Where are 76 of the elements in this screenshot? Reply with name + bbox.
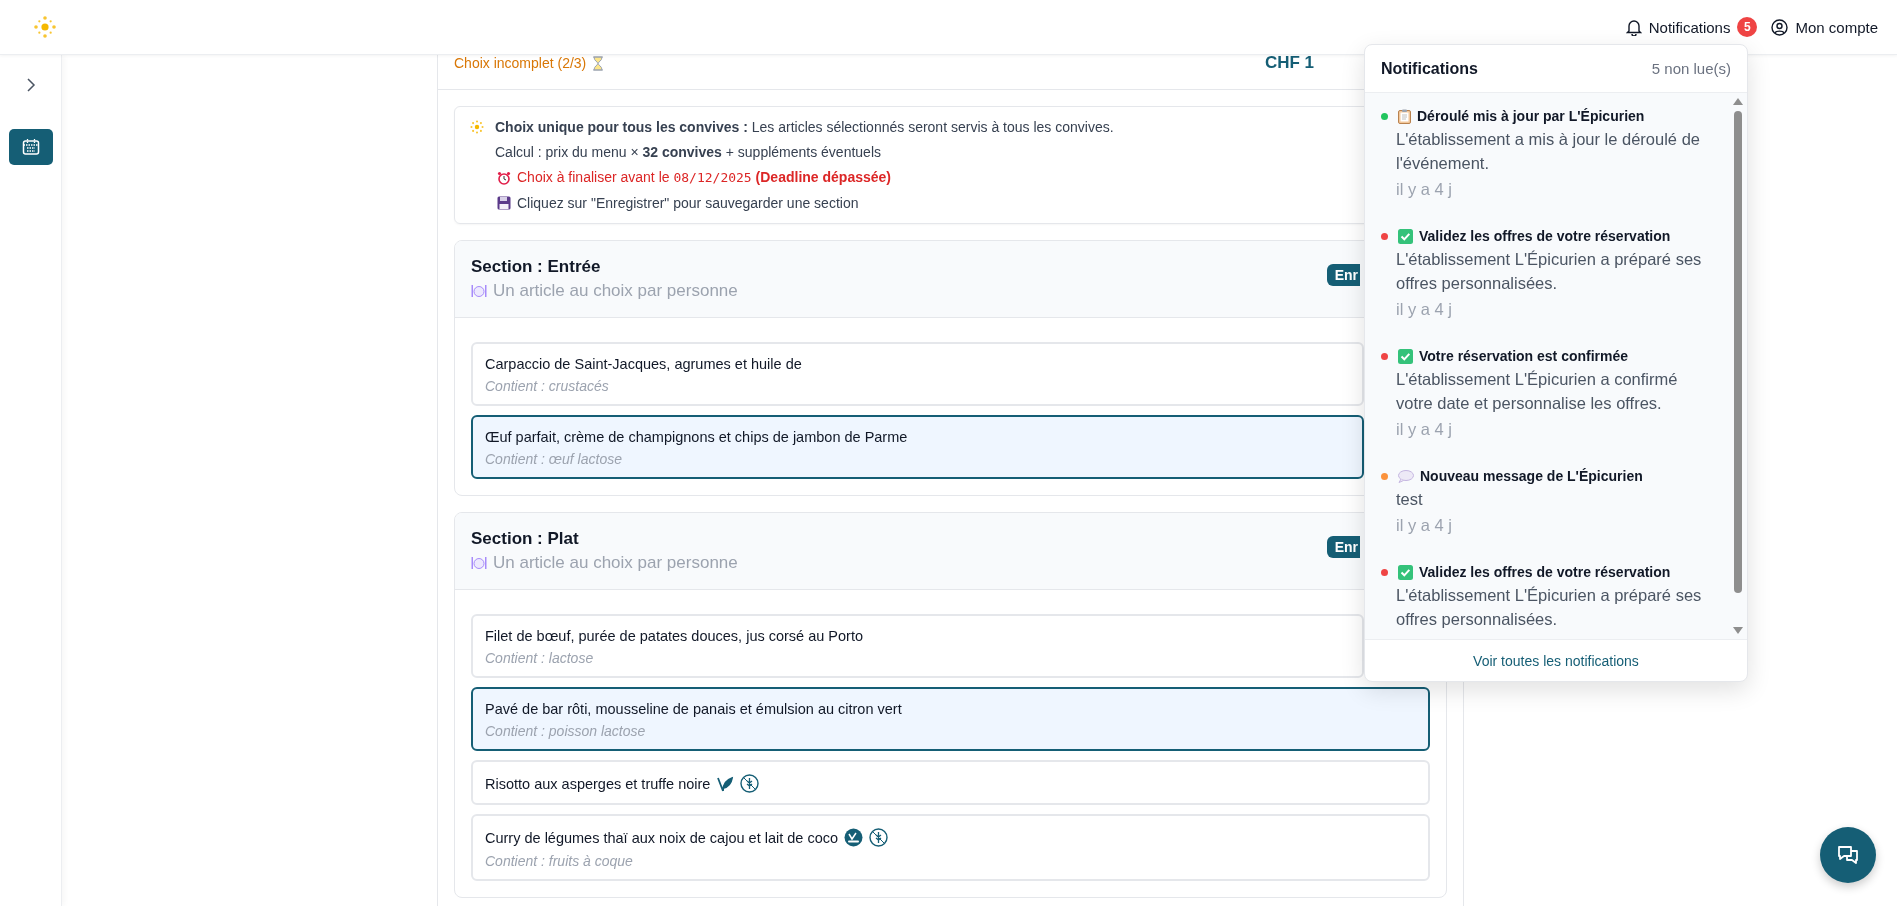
info-text: Calcul : prix du menu × 32 convives + suppléments éventuels <box>495 143 881 162</box>
notification-body: test <box>1396 489 1424 510</box>
check-box-icon <box>1398 228 1413 244</box>
user-circle-icon <box>1771 18 1789 36</box>
dish-option[interactable]: Risotto aux asperges et truffe noire <box>471 760 1430 805</box>
section-subtitle: Un article au choix par personne <box>493 553 738 573</box>
dish-name: Curry de légumes thaï aux noix de cajou et lait de coco <box>485 829 839 846</box>
section-subtitle: Un article au choix par personne <box>493 281 738 301</box>
dish-name: Filet de bœuf, purée de patates douces, jus corsé au Porto <box>485 628 864 644</box>
notification-time: il y a 4 j <box>1396 180 1453 199</box>
chat-button[interactable] <box>1820 827 1876 883</box>
section-title: Section : Plat <box>471 529 580 549</box>
panel-title: Notifications <box>1381 59 1478 78</box>
account-label: Mon compte <box>1795 18 1878 36</box>
allergen-text: Contient : crustacés <box>485 378 610 394</box>
plate-cutlery-icon <box>471 555 487 571</box>
sun-icon <box>469 119 485 135</box>
dish-option[interactable]: Filet de bœuf, purée de patates douces, jus corsé au Porto Contient : lactose <box>471 614 1364 678</box>
notification-body: L'établissement L'Épicurien a préparé ses offres personnalisées. <box>1396 585 1703 630</box>
chat-bubbles-icon <box>1836 844 1860 866</box>
notification-title[interactable]: Validez les offres de votre réservation <box>1419 225 1671 247</box>
bell-icon <box>1625 18 1642 36</box>
scroll-up-arrow-icon[interactable] <box>1733 98 1743 105</box>
dish-name: Carpaccio de Saint-Jacques, agrumes et huile de <box>485 356 802 372</box>
alarm-clock-icon <box>497 170 511 185</box>
speech-bubble-icon <box>1398 469 1414 483</box>
notifications-label: Notifications <box>1648 18 1731 36</box>
notifications-button[interactable]: Notifications 5 <box>1623 13 1760 41</box>
allergen-text: Contient : fruits à coque <box>485 853 634 869</box>
section-title: Section : Entrée <box>471 257 602 277</box>
dish-option[interactable]: Pavé de bar rôti, mousseline de panais et émulsion au citron vert Contient : poisson lactose <box>471 687 1430 751</box>
notification-title[interactable]: Déroulé mis à jour par L'Épicurien <box>1417 105 1645 127</box>
save-button[interactable]: Enr <box>1326 264 1360 286</box>
notification-title[interactable]: Votre réservation est confirmée <box>1419 345 1629 367</box>
dish-option[interactable]: Carpaccio de Saint-Jacques, agrumes et huile de Contient : crustacés <box>471 342 1364 406</box>
price-total: CHF 1 <box>1264 53 1314 73</box>
scroll-down-arrow-icon[interactable] <box>1733 627 1743 634</box>
unread-count: 5 non lue(s) <box>1651 60 1731 77</box>
info-text: Choix unique pour tous les convives : Les articles sélectionnés seront servis à tous les convives. <box>495 118 1114 137</box>
notification-time: il y a 4 j <box>1396 300 1453 319</box>
notification-title[interactable]: Validez les offres de votre réservation <box>1419 561 1671 583</box>
save-button[interactable]: Enr <box>1326 536 1360 558</box>
dish-name: Œuf parfait, crème de champignons et chips de jambon de Parme <box>485 429 908 445</box>
notification-count-badge: 5 <box>1737 17 1758 37</box>
chevron-right-icon <box>25 77 36 93</box>
allergen-text: Contient : lactose <box>485 650 595 666</box>
notification-body: L'établissement L'Épicurien a confirmé votre date et personnalise les offres. <box>1396 369 1679 414</box>
check-box-icon <box>1398 348 1413 364</box>
calendar-icon <box>21 138 40 156</box>
check-box-icon <box>1398 564 1413 580</box>
allergen-text: Contient : poisson lactose <box>485 723 647 739</box>
leaf-icon <box>716 774 735 793</box>
notification-time: il y a 4 j <box>1396 516 1453 535</box>
clipboard-icon <box>1398 108 1411 124</box>
dish-name: Risotto aux asperges et truffe noire <box>485 775 711 792</box>
sun-logo <box>32 14 58 40</box>
plate-cutlery-icon <box>471 283 487 299</box>
info-text: Cliquez sur "Enregistrer" pour sauvegarder une section <box>517 194 859 213</box>
wheat-circle-icon <box>740 774 760 793</box>
dish-option[interactable]: Curry de légumes thaï aux noix de cajou et lait de coco Contient : fruits à coque <box>471 814 1430 881</box>
notification-time: il y a 4 j <box>1396 420 1453 439</box>
calendar-nav-button[interactable] <box>8 129 53 165</box>
hourglass-icon <box>592 55 605 71</box>
notification-body: L'établissement L'Épicurien a préparé ses offres personnalisées. <box>1396 249 1703 294</box>
wheat-circle-icon <box>869 828 889 847</box>
dish-name: Pavé de bar rôti, mousseline de panais et émulsion au citron vert <box>485 701 902 717</box>
allergen-text: Contient : œuf lactose <box>485 451 623 467</box>
deadline-text: Choix à finaliser avant le 08/12/2025 (Deadline dépassée) <box>517 168 891 187</box>
scrollbar-thumb[interactable] <box>1734 111 1742 593</box>
choice-status: Choix incomplet (2/3) <box>454 55 587 71</box>
dish-option[interactable]: Œuf parfait, crème de champignons et chips de jambon de Parme Contient : œuf lactose <box>471 415 1364 479</box>
vegan-badge-icon <box>844 828 864 847</box>
notification-body: L'établissement a mis à jour le déroulé de l'événement. <box>1396 129 1701 174</box>
notification-title[interactable]: Nouveau message de L'Épicurien <box>1420 465 1643 487</box>
account-button[interactable]: Mon compte <box>1769 14 1880 40</box>
view-all-link[interactable]: Voir toutes les notifications <box>1365 639 1747 681</box>
